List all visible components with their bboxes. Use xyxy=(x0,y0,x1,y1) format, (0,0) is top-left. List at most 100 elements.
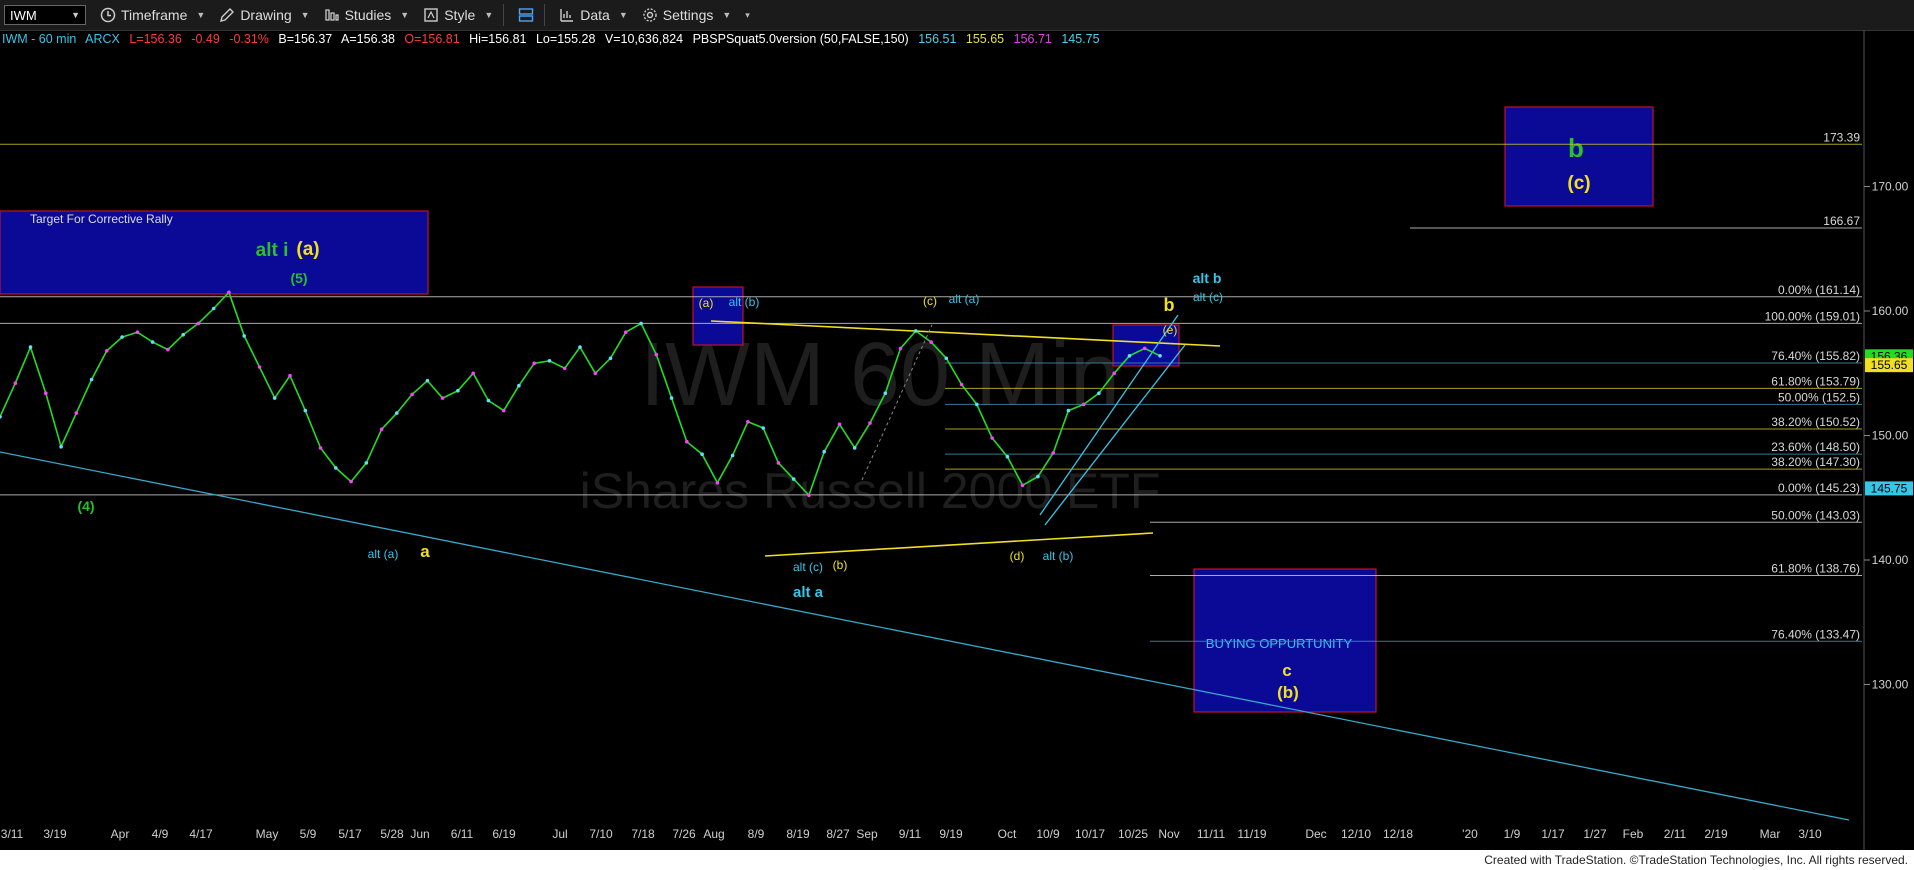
wave-label: alt (a) xyxy=(368,547,399,561)
price-point xyxy=(89,377,94,382)
x-tick-label: 7/18 xyxy=(631,827,655,841)
fib-level-label: 166.67 xyxy=(1823,214,1860,228)
wave-label: alt (a) xyxy=(949,292,980,306)
toolbar-overflow-button[interactable]: ▾ xyxy=(745,10,750,21)
price-point xyxy=(272,396,277,400)
x-tick-label: 9/19 xyxy=(939,827,963,841)
price-point xyxy=(822,449,826,454)
price-chart[interactable]: IWM 60 Min iShares Russell 2000 ETF Targ… xyxy=(0,30,1914,850)
price-label-marker: 155.65 xyxy=(1871,358,1908,372)
wave-label: (b) xyxy=(833,558,848,572)
toolbar-divider xyxy=(544,4,546,26)
price-point xyxy=(395,411,399,415)
triangle-lower-line xyxy=(764,532,1154,557)
x-tick-label: 12/18 xyxy=(1383,827,1413,841)
fib-level-label: 100.00% (159.01) xyxy=(1765,309,1860,323)
price-point xyxy=(1051,451,1055,455)
price-point xyxy=(578,345,582,349)
price-point xyxy=(639,321,643,326)
wave-label: (4) xyxy=(77,498,94,514)
price-point xyxy=(13,381,18,386)
clock-icon xyxy=(100,7,116,23)
toolbar: IWM ▼ Timeframe ▼ Drawing ▼ Studies ▼ St… xyxy=(0,0,1914,31)
price-point xyxy=(105,349,109,353)
settings-caret-icon: ▼ xyxy=(722,10,732,20)
price-point xyxy=(807,493,811,498)
x-tick-label: 10/25 xyxy=(1118,827,1148,841)
watermark-description: iShares Russell 2000 ETF xyxy=(580,463,1161,519)
data-label: Data xyxy=(580,7,610,23)
symbol-value: IWM xyxy=(10,7,37,23)
price-point xyxy=(120,335,124,339)
wave-label: alt (c) xyxy=(1193,290,1223,304)
drawing-button[interactable]: Drawing ▼ xyxy=(219,7,310,23)
style-button[interactable]: Style ▼ xyxy=(423,7,493,23)
price-point xyxy=(1066,408,1071,413)
data-button[interactable]: Data ▼ xyxy=(559,7,628,23)
price-point xyxy=(425,378,430,383)
x-tick-label: Feb xyxy=(1623,827,1644,841)
y-tick-label: 170.00 xyxy=(1872,180,1909,194)
chevron-down-icon[interactable]: ▼ xyxy=(71,10,80,20)
price-point xyxy=(1036,474,1040,479)
timeframe-caret-icon: ▼ xyxy=(196,10,206,20)
wave-label: (a) xyxy=(296,239,319,260)
studies-icon xyxy=(324,9,339,21)
price-point xyxy=(959,382,964,387)
x-tick-label: Nov xyxy=(1158,827,1179,841)
price-point xyxy=(761,426,765,430)
c-wave-label: (c) xyxy=(1567,173,1590,194)
wave-label: (c) xyxy=(923,294,937,308)
settings-button[interactable]: Settings ▼ xyxy=(642,7,732,23)
pencil-icon xyxy=(220,8,235,22)
fib-level-label: 173.39 xyxy=(1823,130,1860,144)
symbol-input[interactable]: IWM ▼ xyxy=(4,5,86,25)
x-tick-label: 7/10 xyxy=(589,827,613,841)
x-tick-label: Jun xyxy=(410,827,429,841)
x-tick-label: 3/10 xyxy=(1798,827,1822,841)
price-point xyxy=(288,373,292,378)
wave-label: (5) xyxy=(290,270,307,286)
x-tick-label: 2/11 xyxy=(1664,827,1687,841)
price-point xyxy=(624,330,628,335)
x-tick-label: 8/9 xyxy=(748,827,765,841)
price-point xyxy=(334,466,338,470)
x-tick-label: 9/11 xyxy=(899,827,922,841)
x-tick-label: Oct xyxy=(998,827,1017,841)
x-tick-label: '20 xyxy=(1462,827,1478,841)
footer: Created with TradeStation. ©TradeStation… xyxy=(0,850,1914,870)
price-point xyxy=(562,366,567,371)
wave-label: a xyxy=(420,542,430,561)
style-label: Style xyxy=(444,7,476,23)
price-point xyxy=(456,388,460,393)
studies-button[interactable]: Studies ▼ xyxy=(324,7,409,23)
style-icon xyxy=(424,8,438,22)
fib-level-label: 0.00% (161.14) xyxy=(1778,283,1860,297)
price-point xyxy=(944,356,949,361)
fib-level-label: 76.40% (155.82) xyxy=(1771,349,1860,363)
fib-level-label: 61.80% (153.79) xyxy=(1771,374,1860,388)
toolbar-divider xyxy=(503,4,505,26)
fib-level-label: 61.80% (138.76) xyxy=(1771,561,1860,575)
price-point xyxy=(1097,391,1101,396)
price-point xyxy=(257,365,262,369)
x-tick-label: 11/19 xyxy=(1237,827,1266,841)
price-point xyxy=(1020,483,1025,488)
x-tick-label: 1/17 xyxy=(1541,827,1565,841)
b-paren-wave-label: (b) xyxy=(1277,683,1299,702)
window-layout-button[interactable] xyxy=(518,7,534,23)
x-tick-label: 10/17 xyxy=(1075,827,1105,841)
wave-label: alt b xyxy=(1193,270,1222,286)
price-point xyxy=(1112,371,1116,376)
buying-opportunity-text: BUYING OPPURTUNITY xyxy=(1206,636,1353,651)
studies-label: Studies xyxy=(344,7,392,23)
x-tick-label: Aug xyxy=(703,827,724,841)
target-box-text: Target For Corrective Rally xyxy=(30,212,173,226)
price-point xyxy=(868,421,872,425)
price-label-marker: 145.75 xyxy=(1871,481,1908,495)
price-point xyxy=(1158,354,1162,358)
wave-label: alt (b) xyxy=(1043,549,1074,563)
price-point xyxy=(227,290,231,295)
price-point xyxy=(1081,402,1086,407)
timeframe-button[interactable]: Timeframe ▼ xyxy=(100,7,205,23)
